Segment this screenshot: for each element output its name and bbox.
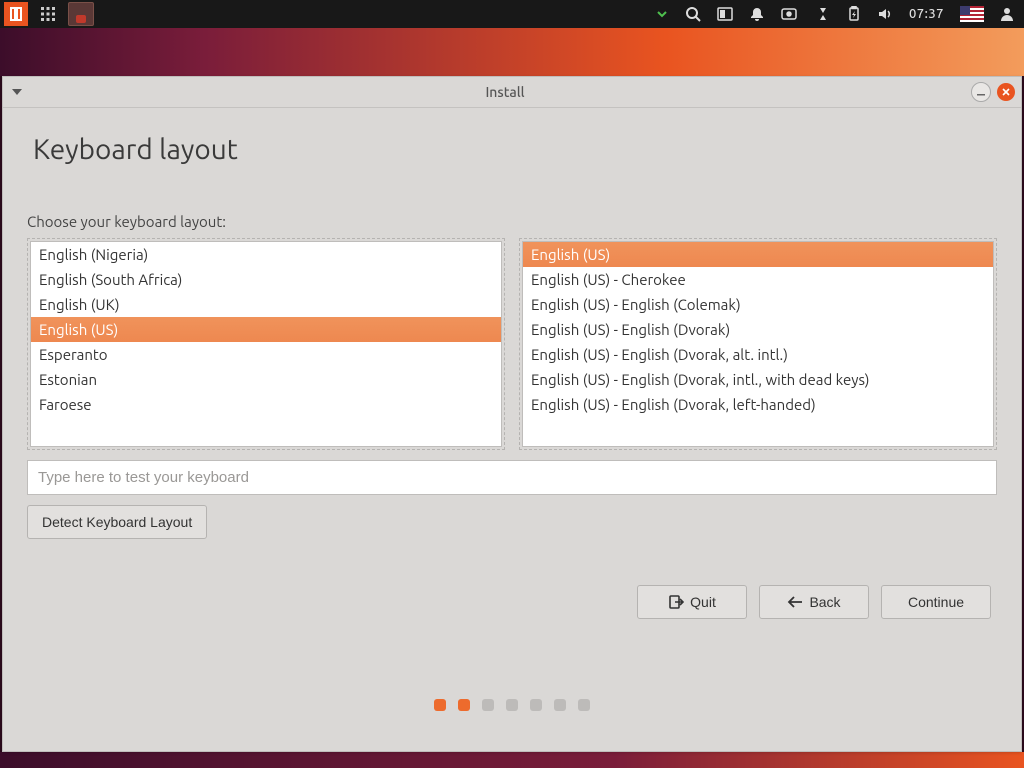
window-close-button[interactable] <box>997 83 1015 101</box>
pager-dot <box>458 699 470 711</box>
continue-label: Continue <box>908 594 964 610</box>
pager-dot <box>506 699 518 711</box>
search-icon[interactable] <box>685 6 701 22</box>
layout-option[interactable]: Estonian <box>31 367 501 392</box>
progress-pager <box>27 675 997 739</box>
continue-button[interactable]: Continue <box>881 585 991 619</box>
layout-option[interactable]: English (South Africa) <box>31 267 501 292</box>
window-title: Install <box>39 84 971 100</box>
arrow-left-icon <box>787 595 803 609</box>
quit-label: Quit <box>690 594 716 610</box>
quit-button[interactable]: Quit <box>637 585 747 619</box>
variant-listbox-container: English (US)English (US) - CherokeeEngli… <box>519 238 997 450</box>
window-menu-icon[interactable] <box>9 84 25 100</box>
volume-icon[interactable] <box>877 6 893 22</box>
layout-listbox[interactable]: English (Nigeria)English (South Africa)E… <box>30 241 502 447</box>
window-minimize-button[interactable] <box>971 82 991 102</box>
pager-dot <box>482 699 494 711</box>
chevron-down-icon[interactable] <box>655 7 669 21</box>
window-titlebar[interactable]: Install <box>3 77 1021 108</box>
variant-option[interactable]: English (US) - English (Dvorak, intl., w… <box>523 367 993 392</box>
user-icon[interactable] <box>1000 6 1014 22</box>
choose-layout-label: Choose your keyboard layout: <box>27 213 997 230</box>
variant-option[interactable]: English (US) - English (Dvorak, alt. int… <box>523 342 993 367</box>
variant-option[interactable]: English (US) - English (Colemak) <box>523 292 993 317</box>
layout-option[interactable]: English (Nigeria) <box>31 242 501 267</box>
layout-option[interactable]: Faroese <box>31 392 501 417</box>
pager-dot <box>434 699 446 711</box>
page-heading: Keyboard layout <box>33 134 991 165</box>
system-top-panel: 07:37 <box>0 0 1024 28</box>
app-grid-icon[interactable] <box>40 6 56 22</box>
notification-bell-icon[interactable] <box>749 6 765 22</box>
desktop-background-bottom <box>0 752 1024 768</box>
pager-dot <box>530 699 542 711</box>
installer-window: Install Keyboard layout Choose your keyb… <box>2 76 1022 752</box>
layout-option[interactable]: English (UK) <box>31 292 501 317</box>
layout-listbox-container: English (Nigeria)English (South Africa)E… <box>27 238 505 450</box>
camera-icon[interactable] <box>781 7 799 21</box>
workspace-icon[interactable] <box>717 7 733 21</box>
quit-icon <box>668 594 684 610</box>
detect-keyboard-button[interactable]: Detect Keyboard Layout <box>27 505 207 539</box>
clock[interactable]: 07:37 <box>909 7 944 21</box>
back-label: Back <box>809 594 840 610</box>
keyboard-test-input[interactable] <box>27 460 997 495</box>
variant-option[interactable]: English (US) <box>523 242 993 267</box>
back-button[interactable]: Back <box>759 585 869 619</box>
desktop-background <box>0 28 1024 76</box>
battery-icon[interactable] <box>847 6 861 22</box>
pager-dot <box>578 699 590 711</box>
network-icon[interactable] <box>815 6 831 22</box>
wizard-nav-row: Quit Back Continue <box>27 585 997 619</box>
pager-dot <box>554 699 566 711</box>
variant-option[interactable]: English (US) - English (Dvorak) <box>523 317 993 342</box>
distro-logo-icon[interactable] <box>4 2 28 26</box>
keyboard-indicator-flag[interactable] <box>960 6 984 22</box>
layout-option[interactable]: English (US) <box>31 317 501 342</box>
variant-option[interactable]: English (US) - English (Dvorak, left-han… <box>523 392 993 417</box>
variant-option[interactable]: English (US) - Cherokee <box>523 267 993 292</box>
variant-listbox[interactable]: English (US)English (US) - CherokeeEngli… <box>522 241 994 447</box>
layout-option[interactable]: Esperanto <box>31 342 501 367</box>
taskbar-installer-icon[interactable] <box>68 2 94 26</box>
